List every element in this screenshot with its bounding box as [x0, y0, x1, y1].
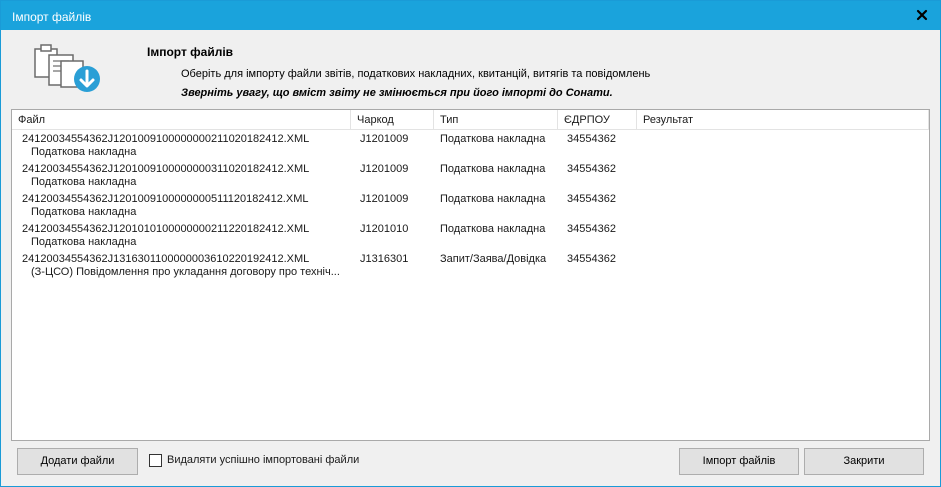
- row-file: 24120034554362J1201009100000000311020182…: [22, 163, 310, 175]
- row-description: (З-ЦСО) Повідомлення про укладання догов…: [31, 266, 340, 278]
- row-description: Податкова накладна: [31, 176, 137, 188]
- row-edrpou: 34554362: [567, 193, 616, 205]
- row-type: Податкова накладна: [440, 163, 546, 175]
- row-edrpou: 34554362: [567, 253, 616, 265]
- row-type: Запит/Заява/Довідка: [440, 253, 547, 265]
- column-header-edrpou[interactable]: ЄДРПОУ: [558, 110, 637, 130]
- row-type: Податкова накладна: [440, 133, 546, 145]
- row-type: Податкова накладна: [440, 223, 546, 235]
- add-files-button[interactable]: Додати файли: [17, 448, 138, 475]
- column-header-type[interactable]: Тип: [434, 110, 558, 130]
- window-title: Імпорт файлів: [12, 10, 92, 24]
- header-warning: Зверніть увагу, що вміст звіту не змінює…: [181, 87, 613, 99]
- row-edrpou: 34554362: [567, 163, 616, 175]
- row-edrpou: 34554362: [567, 223, 616, 235]
- table-row[interactable]: 24120034554362J1201009100000000311020182…: [12, 160, 929, 190]
- column-header-charcode[interactable]: Чаркод: [351, 110, 434, 130]
- row-description: Податкова накладна: [31, 206, 137, 218]
- table-row[interactable]: 24120034554362J1201009100000000511120182…: [12, 190, 929, 220]
- import-dialog: Імпорт файлів Імпорт файлів Оберіть для …: [0, 0, 941, 487]
- table-row[interactable]: 24120034554362J1201010100000000211220182…: [12, 220, 929, 250]
- row-charcode: J1201009: [360, 193, 409, 205]
- table-row[interactable]: 24120034554362J1316301100000003610220192…: [12, 250, 929, 280]
- import-documents-icon: [34, 44, 100, 92]
- row-charcode: J1201009: [360, 163, 409, 175]
- header-title: Імпорт файлів: [147, 45, 234, 59]
- row-description: Податкова накладна: [31, 236, 137, 248]
- files-table[interactable]: Файл Чаркод Тип ЄДРПОУ Результат 2412003…: [11, 109, 930, 441]
- column-header-result[interactable]: Результат: [637, 110, 929, 130]
- row-file: 24120034554362J1316301100000003610220192…: [22, 253, 310, 265]
- row-file: 24120034554362J1201009100000000211020182…: [22, 133, 310, 145]
- row-file: 24120034554362J1201009100000000511120182…: [22, 193, 309, 205]
- table-header: Файл Чаркод Тип ЄДРПОУ Результат: [12, 110, 929, 130]
- row-charcode: J1201010: [360, 223, 409, 235]
- row-description: Податкова накладна: [31, 146, 137, 158]
- row-charcode: J1201009: [360, 133, 409, 145]
- row-file: 24120034554362J1201010100000000211220182…: [22, 223, 310, 235]
- delete-imported-checkbox[interactable]: [149, 454, 162, 467]
- row-type: Податкова накладна: [440, 193, 546, 205]
- row-edrpou: 34554362: [567, 133, 616, 145]
- delete-imported-label[interactable]: Видаляти успішно імпортовані файли: [167, 454, 359, 466]
- import-files-button[interactable]: Імпорт файлів: [679, 448, 799, 475]
- close-button[interactable]: Закрити: [804, 448, 924, 475]
- table-row[interactable]: 24120034554362J1201009100000000211020182…: [12, 130, 929, 160]
- title-bar: Імпорт файлів: [1, 1, 940, 30]
- close-icon[interactable]: [914, 7, 930, 23]
- row-charcode: J1316301: [360, 253, 409, 265]
- header-subtitle: Оберіть для імпорту файли звітів, податк…: [181, 68, 651, 80]
- column-header-file[interactable]: Файл: [12, 110, 351, 130]
